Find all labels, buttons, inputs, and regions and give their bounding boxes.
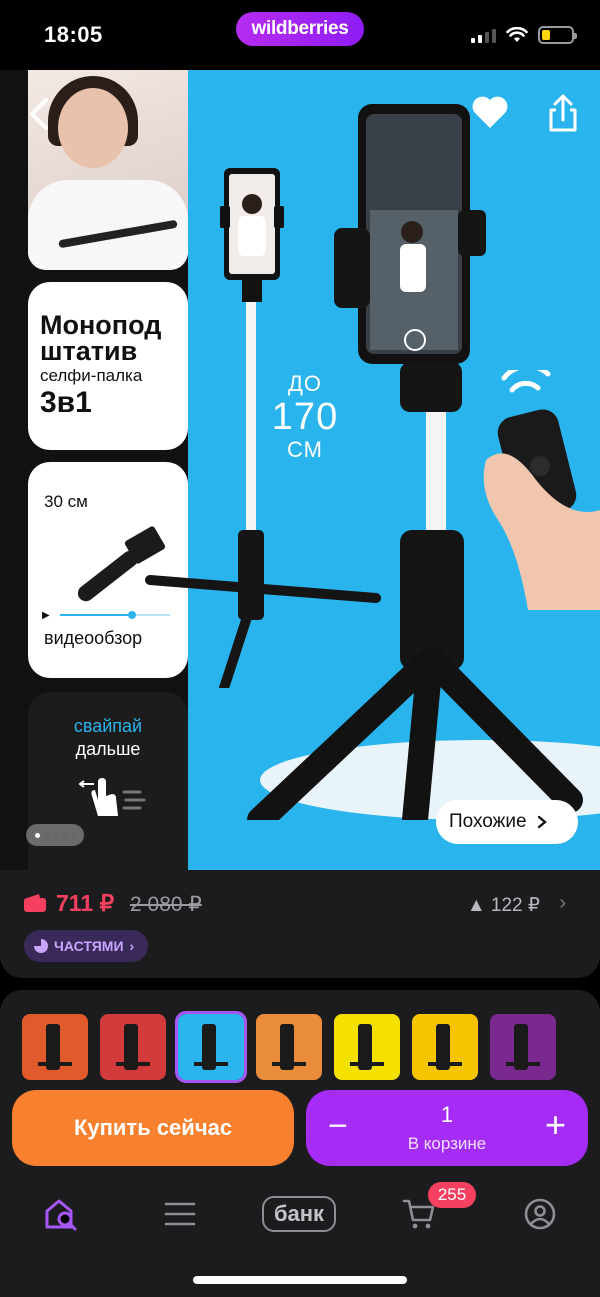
product-image-gallery[interactable]: Монопод штатив селфи-палка 3в1 30 см ▶︎ … — [0, 70, 600, 870]
old-price: 2 080 ₽ — [130, 893, 202, 916]
variant-thumbnails — [22, 1011, 556, 1083]
brand-logo[interactable]: wildberries — [236, 12, 364, 46]
bottom-tab-bar: банк 255 — [0, 1180, 600, 1250]
chevron-right-icon[interactable]: › — [559, 892, 566, 915]
height-value: 170 — [271, 396, 339, 438]
pagination-dot — [53, 833, 58, 837]
tab-profile[interactable] — [515, 1192, 565, 1236]
variant-thumbnail[interactable] — [22, 1014, 88, 1080]
variant-thumbnail[interactable] — [175, 1011, 247, 1083]
share-icon[interactable] — [545, 92, 581, 134]
price-change[interactable]: ▲ 122 ₽ — [467, 894, 540, 917]
tab-home[interactable] — [36, 1192, 86, 1236]
pie-chart-icon — [34, 939, 48, 953]
height-prefix: ДО — [287, 371, 322, 396]
folded-length: 30 см — [44, 492, 88, 511]
increase-quantity-button[interactable]: + — [545, 1107, 566, 1143]
gallery-pagination — [26, 824, 84, 846]
cart-stepper: − 1 В корзине + — [306, 1090, 588, 1166]
variant-thumbnail[interactable] — [334, 1014, 400, 1080]
pagination-dot — [34, 832, 40, 838]
home-search-icon — [45, 1199, 77, 1231]
height-unit: СМ — [287, 437, 323, 462]
buy-now-button[interactable]: Купить сейчас — [12, 1090, 294, 1166]
video-label: видеообзор — [44, 628, 143, 648]
max-height-label: ДО 170 СМ — [270, 372, 340, 462]
back-chevron-icon[interactable] — [24, 96, 54, 132]
tab-bank[interactable]: банк — [262, 1196, 336, 1232]
variant-thumbnail[interactable] — [412, 1014, 478, 1080]
system-indicators — [471, 26, 577, 44]
battery-icon — [538, 26, 577, 44]
similar-label: Похожие — [449, 811, 527, 832]
pagination-dot — [71, 833, 76, 837]
profile-icon — [524, 1198, 556, 1230]
remote-hand-image — [483, 370, 600, 610]
variant-thumbnail[interactable] — [490, 1014, 556, 1080]
wifi-icon — [506, 27, 528, 42]
current-price: 711 ₽ — [56, 890, 115, 916]
tab-catalog[interactable] — [155, 1192, 205, 1236]
status-time: 18:05 — [44, 22, 103, 47]
home-indicator[interactable] — [193, 1276, 407, 1284]
heart-icon[interactable] — [470, 94, 510, 130]
chevron-right-icon — [537, 815, 547, 829]
swipe-hand-icon — [78, 778, 146, 816]
pagination-dot — [44, 833, 49, 837]
swipe-hint-line1: свайпай — [73, 716, 143, 736]
installment-label: ЧАСТЯМИ — [54, 938, 124, 954]
wallet-icon — [24, 894, 46, 912]
status-bar: 18:05 wildberries — [0, 0, 600, 70]
cart-badge: 255 — [428, 1182, 476, 1208]
variant-thumbnail[interactable] — [100, 1014, 166, 1080]
signal-icon — [471, 27, 496, 43]
pagination-dot — [62, 833, 67, 837]
swipe-hint-line2: дальше — [75, 739, 141, 759]
play-icon[interactable]: ▶︎ — [42, 610, 50, 621]
menu-icon — [164, 1202, 196, 1226]
similar-button[interactable]: Похожие — [436, 800, 578, 844]
price-section: 711 ₽ 2 080 ₽ ▲ 122 ₽ › ЧАСТЯМИ › — [0, 870, 600, 978]
variant-thumbnail[interactable] — [256, 1014, 322, 1080]
chevron-right-icon: › — [129, 938, 135, 954]
installment-button[interactable]: ЧАСТЯМИ › — [24, 930, 149, 962]
